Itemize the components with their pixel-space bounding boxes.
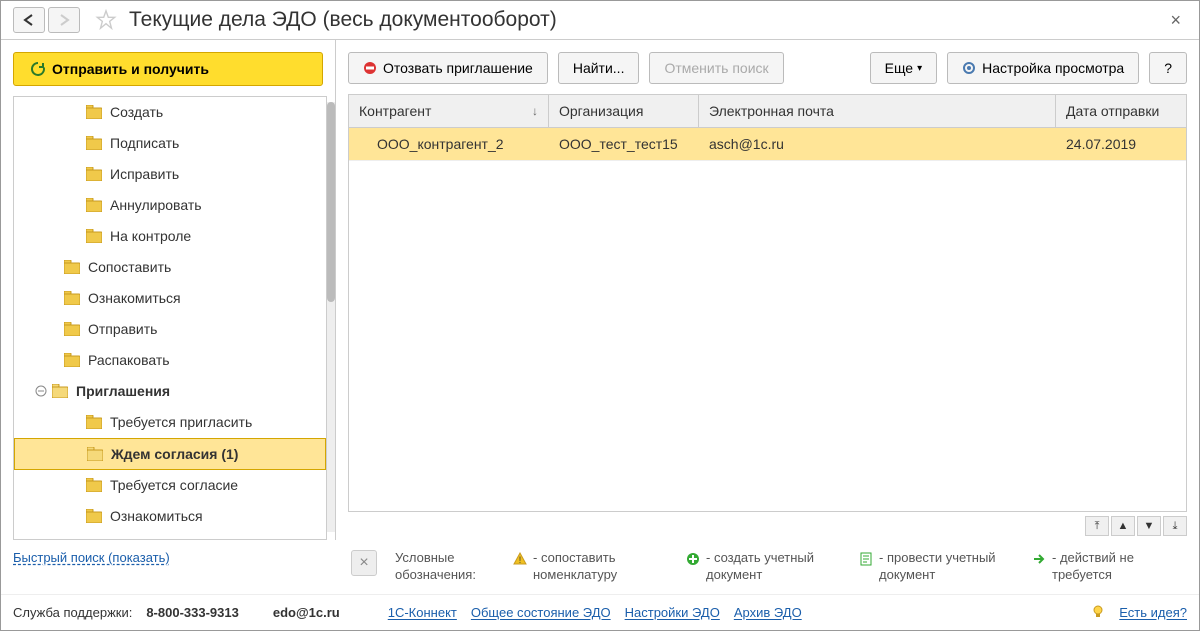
tree-control[interactable]: На контроле xyxy=(14,221,326,252)
table-last-button[interactable]: ⤓ xyxy=(1163,516,1187,536)
tree-match[interactable]: Сопоставить xyxy=(14,252,326,283)
table-first-button[interactable]: ⤒ xyxy=(1085,516,1109,536)
folder-icon xyxy=(64,322,80,336)
settings-link[interactable]: Настройки ЭДО xyxy=(625,605,720,620)
folder-icon xyxy=(64,260,80,274)
revoke-invitation-button[interactable]: Отозвать приглашение xyxy=(348,52,548,84)
favorite-icon[interactable] xyxy=(95,9,117,31)
support-email: edo@1c.ru xyxy=(273,605,340,620)
archive-link[interactable]: Архив ЭДО xyxy=(734,605,802,620)
column-date[interactable]: Дата отправки xyxy=(1056,95,1186,127)
help-button[interactable]: ? xyxy=(1149,52,1187,84)
stop-icon xyxy=(363,61,377,75)
legend-close-button[interactable]: × xyxy=(351,550,377,576)
plus-icon xyxy=(686,552,700,566)
forward-button[interactable] xyxy=(48,7,80,33)
cell-email: asch@1c.ru xyxy=(699,128,1056,160)
close-button[interactable]: × xyxy=(1164,8,1187,33)
send-receive-button[interactable]: Отправить и получить xyxy=(13,52,323,86)
chevron-down-icon: ▾ xyxy=(917,63,922,74)
gear-icon xyxy=(962,61,976,75)
folder-open-icon xyxy=(87,447,103,461)
arrow-right-icon xyxy=(1032,552,1046,566)
tree-create[interactable]: Создать xyxy=(14,97,326,128)
legend-post: - провести учетный документ xyxy=(859,550,1014,584)
find-button[interactable]: Найти... xyxy=(558,52,640,84)
page-title: Текущие дела ЭДО (весь документооборот) xyxy=(129,8,557,32)
column-contractor[interactable]: Контрагент↓ xyxy=(349,95,549,127)
cell-organization: ООО_тест_тест15 xyxy=(549,128,699,160)
idea-link[interactable]: Есть идея? xyxy=(1119,605,1187,620)
folder-icon xyxy=(64,291,80,305)
connect-link[interactable]: 1С-Коннект xyxy=(388,605,457,620)
warning-icon: ! xyxy=(513,552,527,566)
cancel-search-button[interactable]: Отменить поиск xyxy=(649,52,783,84)
folder-icon xyxy=(86,509,102,523)
more-button[interactable]: Еще▾ xyxy=(870,52,938,84)
data-table: Контрагент↓ Организация Электронная почт… xyxy=(348,94,1187,512)
tree-unpack[interactable]: Распаковать xyxy=(14,345,326,376)
legend-match: ! - сопоставить номенклатуру xyxy=(513,550,668,584)
support-phone: 8-800-333-9313 xyxy=(146,605,239,620)
tree-send[interactable]: Отправить xyxy=(14,314,326,345)
cell-date: 24.07.2019 xyxy=(1056,128,1186,160)
back-button[interactable] xyxy=(13,7,45,33)
folder-icon xyxy=(86,415,102,429)
column-email[interactable]: Электронная почта xyxy=(699,95,1056,127)
svg-text:!: ! xyxy=(519,555,522,565)
tree-invitations[interactable]: Приглашения xyxy=(14,376,326,407)
tree-scrollbar[interactable] xyxy=(327,102,335,532)
legend-label: Условные обозначения: xyxy=(395,550,495,584)
support-label: Служба поддержки: xyxy=(13,605,132,620)
document-icon xyxy=(859,552,873,566)
refresh-icon xyxy=(30,61,46,77)
tree-to-invite[interactable]: Требуется пригласить xyxy=(14,407,326,438)
tree-need-consent[interactable]: Требуется согласие xyxy=(14,470,326,501)
quick-search-link[interactable]: Быстрый поиск (показать) xyxy=(13,550,170,565)
folder-icon xyxy=(86,198,102,212)
tree-fix[interactable]: Исправить xyxy=(14,159,326,190)
folder-tree: Создать Подписать Исправить Аннулировать… xyxy=(13,96,327,540)
folder-icon xyxy=(86,478,102,492)
folder-icon xyxy=(86,105,102,119)
view-settings-button[interactable]: Настройка просмотра xyxy=(947,52,1139,84)
sort-icon: ↓ xyxy=(532,104,538,118)
tree-annul[interactable]: Аннулировать xyxy=(14,190,326,221)
bulb-icon xyxy=(1091,605,1105,619)
tree-review1[interactable]: Ознакомиться xyxy=(14,283,326,314)
tree-review2[interactable]: Ознакомиться xyxy=(14,501,326,532)
table-down-button[interactable]: ▼ xyxy=(1137,516,1161,536)
folder-icon xyxy=(86,229,102,243)
folder-open-icon xyxy=(52,384,68,398)
tree-waiting-consent[interactable]: Ждем согласия (1) xyxy=(14,438,326,470)
table-row[interactable]: ООО_контрагент_2 ООО_тест_тест15 asch@1c… xyxy=(349,128,1186,161)
status-link[interactable]: Общее состояние ЭДО xyxy=(471,605,611,620)
folder-icon xyxy=(86,136,102,150)
table-up-button[interactable]: ▲ xyxy=(1111,516,1135,536)
legend-create: - создать учетный документ xyxy=(686,550,841,584)
folder-icon xyxy=(64,353,80,367)
collapse-icon[interactable] xyxy=(34,384,48,398)
cell-contractor: ООО_контрагент_2 xyxy=(349,128,549,160)
folder-icon xyxy=(86,167,102,181)
legend-noaction: - действий не требуется xyxy=(1032,550,1187,584)
tree-sign[interactable]: Подписать xyxy=(14,128,326,159)
column-organization[interactable]: Организация xyxy=(549,95,699,127)
